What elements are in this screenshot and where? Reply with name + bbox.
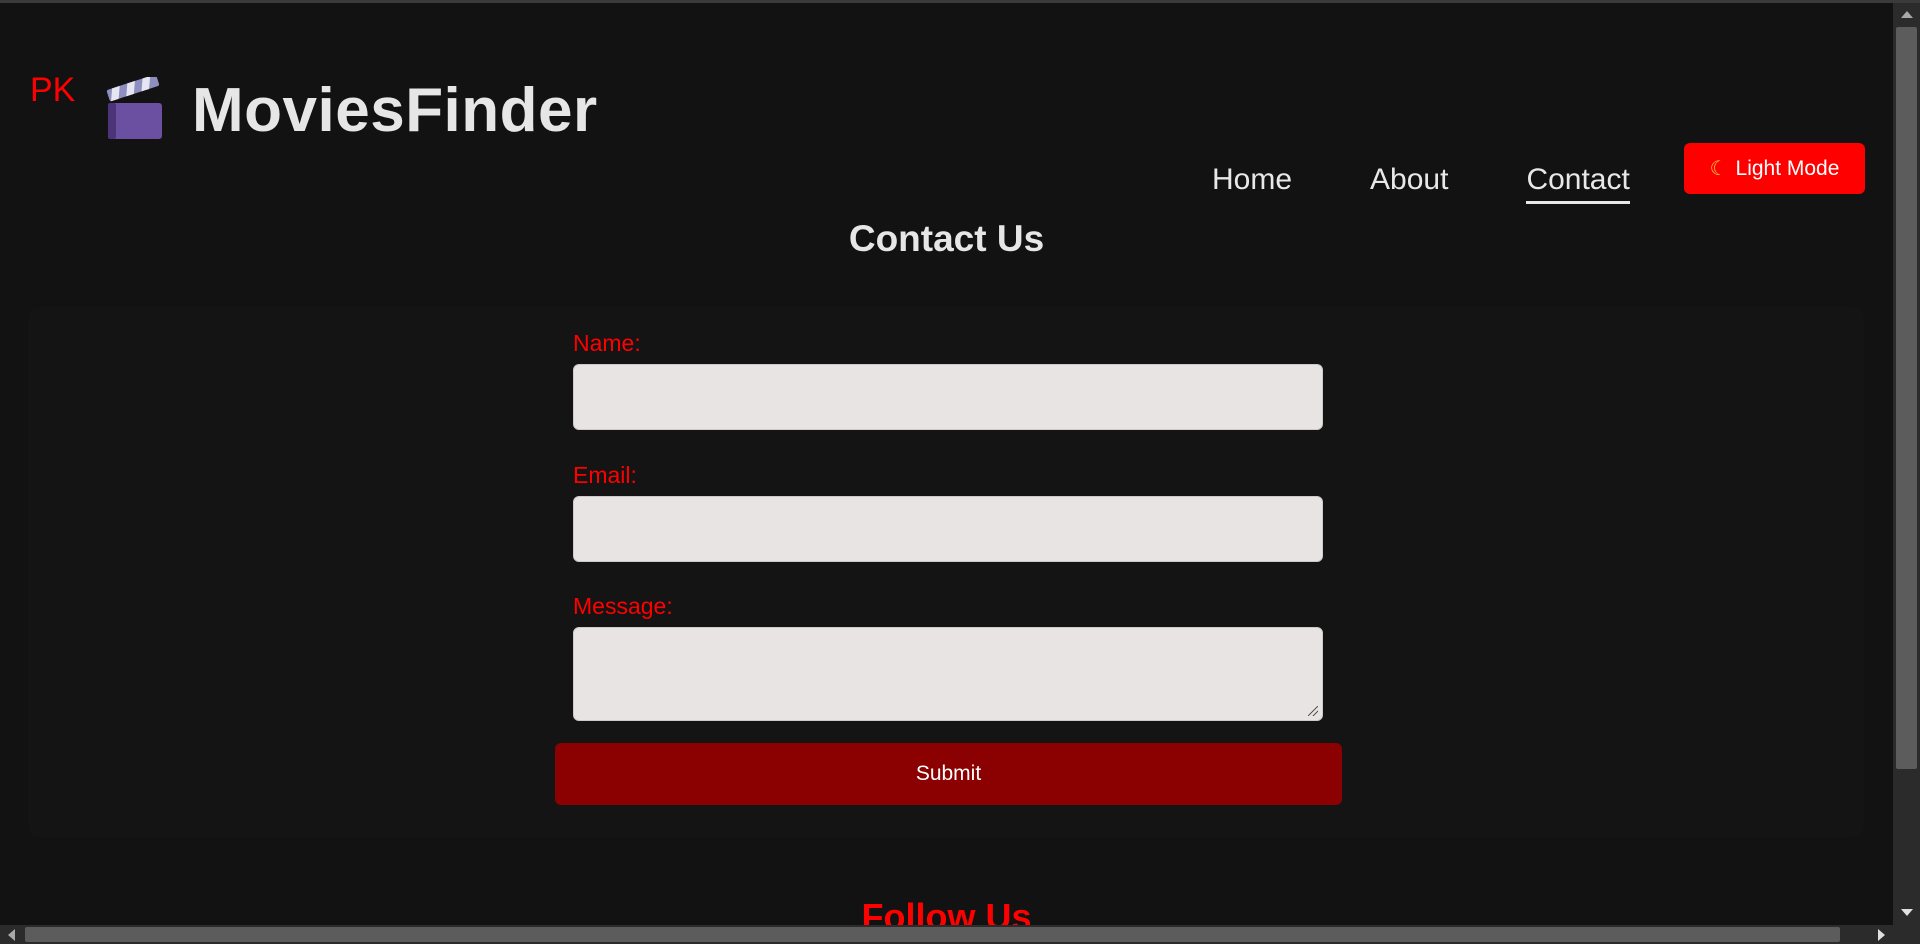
name-field[interactable]: [573, 364, 1323, 430]
email-field[interactable]: [573, 496, 1323, 562]
theme-toggle-label: Light Mode: [1735, 156, 1840, 180]
submit-button[interactable]: Submit: [555, 743, 1342, 805]
page-title: Contact Us: [848, 218, 1045, 259]
badge-text: PK: [30, 71, 76, 109]
theme-toggle-button[interactable]: ☾ Light Mode: [1684, 143, 1865, 194]
vertical-scroll-thumb[interactable]: [1896, 27, 1917, 769]
page-viewport: PK MoviesFinder Home About Contact ☾ Lig…: [0, 3, 1893, 925]
nav-home-link[interactable]: Home: [1212, 163, 1292, 204]
follow-us-heading: Follow Us: [861, 896, 1032, 925]
email-label: Email:: [573, 462, 637, 488]
scroll-up-arrow-icon[interactable]: [1901, 11, 1913, 18]
message-label: Message:: [573, 593, 673, 619]
nav-about-link[interactable]: About: [1370, 163, 1448, 204]
brand-title[interactable]: MoviesFinder: [192, 75, 598, 146]
scroll-down-arrow-icon[interactable]: [1901, 909, 1913, 916]
scroll-left-arrow-icon[interactable]: [8, 929, 15, 941]
moon-icon: ☾: [1709, 158, 1728, 180]
scrollbar-corner: [1893, 925, 1920, 944]
clapperboard-icon: [106, 77, 162, 139]
vertical-scrollbar[interactable]: [1893, 3, 1920, 944]
main-nav: Home About Contact: [1212, 163, 1630, 204]
name-label: Name:: [573, 330, 641, 356]
horizontal-scroll-thumb[interactable]: [25, 927, 1840, 942]
nav-contact-link[interactable]: Contact: [1526, 163, 1630, 204]
scroll-right-arrow-icon[interactable]: [1878, 929, 1885, 941]
message-field[interactable]: [573, 627, 1323, 721]
horizontal-scrollbar[interactable]: [0, 925, 1893, 944]
